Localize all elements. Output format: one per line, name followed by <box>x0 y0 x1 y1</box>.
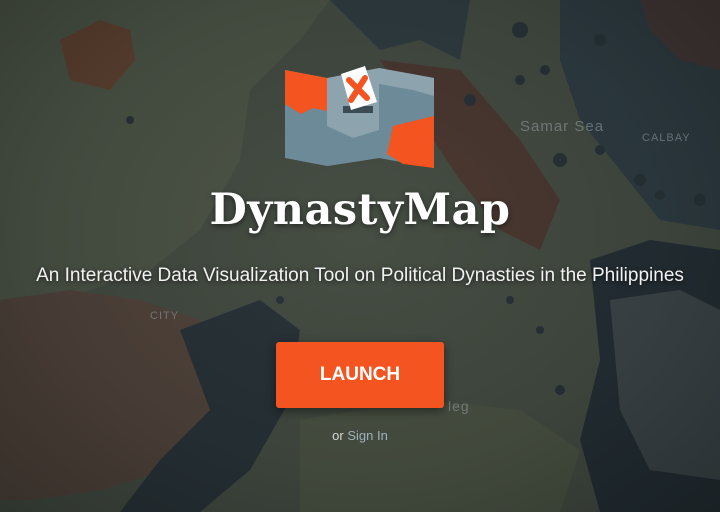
signin-row: or Sign In <box>0 428 720 443</box>
ballot-map-icon <box>285 66 434 168</box>
app-subtitle: An Interactive Data Visualization Tool o… <box>36 265 684 286</box>
launch-button[interactable]: LAUNCH <box>276 342 444 408</box>
map-label-city: CITY <box>150 310 180 322</box>
map-label-calbayog: CALBAY <box>642 132 691 144</box>
or-text: or <box>332 428 344 443</box>
map-label-bottom: leg <box>448 398 470 414</box>
app-title: DynastyMap <box>209 185 511 235</box>
map-label-samar-sea: Samar Sea <box>520 118 605 135</box>
sign-in-link[interactable]: Sign In <box>347 428 387 443</box>
